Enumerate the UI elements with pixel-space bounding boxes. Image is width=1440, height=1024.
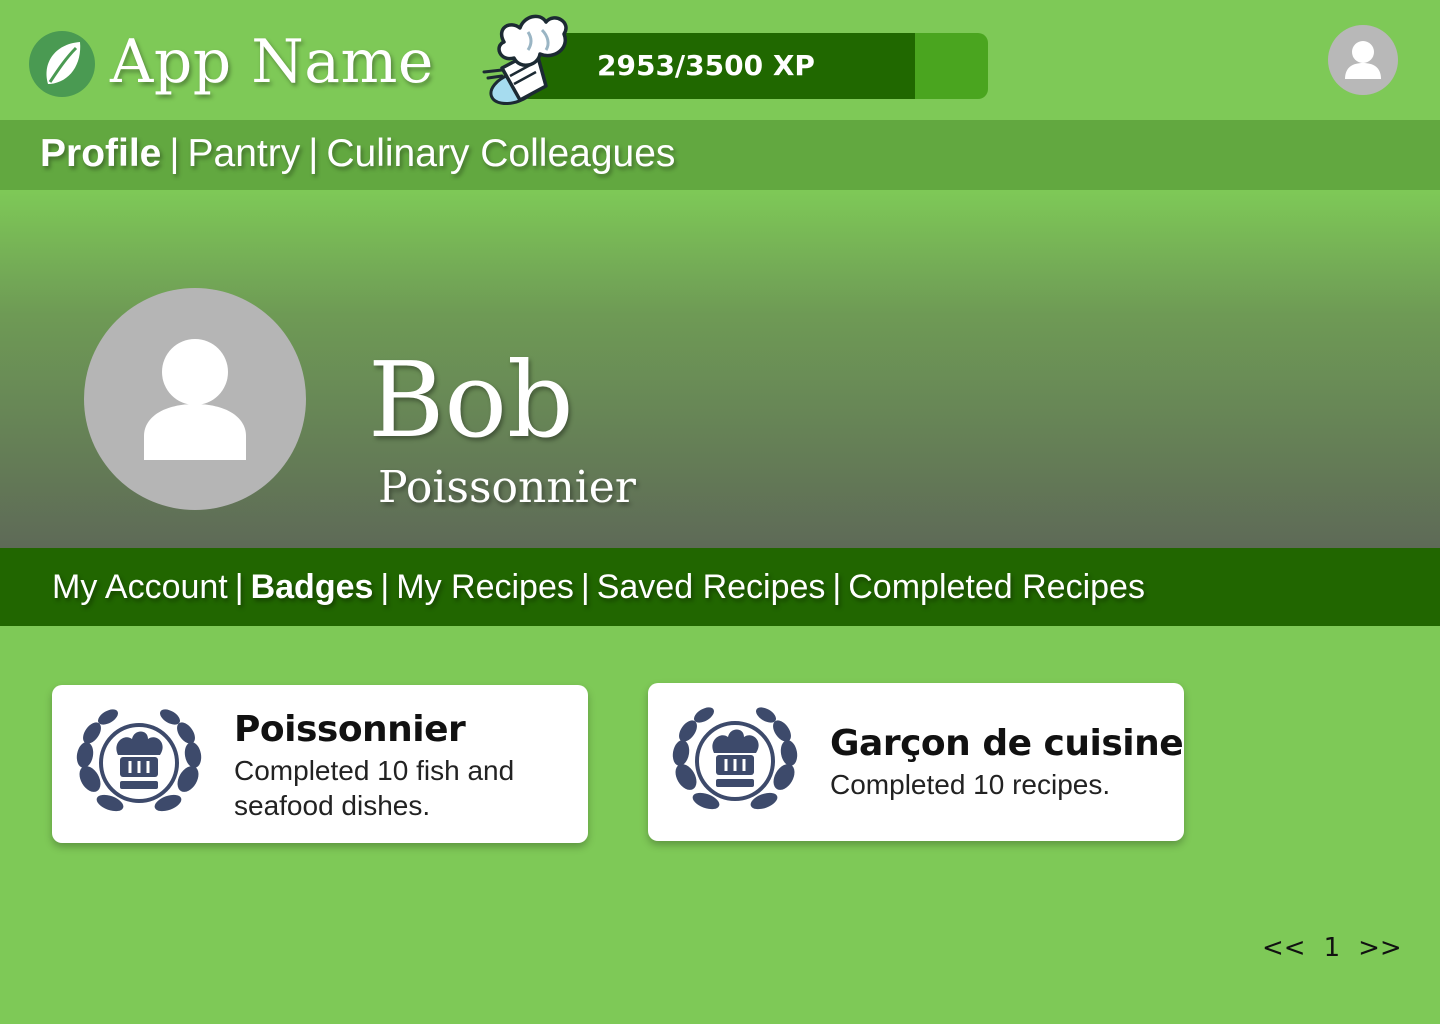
user-avatar-button[interactable] — [1328, 25, 1398, 95]
user-icon — [1345, 41, 1381, 79]
xp-label: 2953/3500 XP — [597, 49, 815, 82]
nav-link-culinary-colleagues[interactable]: Culinary Colleagues — [326, 132, 675, 175]
profile-banner: Bob Poissonnier — [0, 190, 1440, 548]
badge-description: Completed 10 recipes. — [830, 769, 1111, 800]
current-page-number[interactable]: 1 — [1324, 930, 1341, 966]
nav-link-pantry[interactable]: Pantry — [188, 132, 301, 175]
badge-description: Completed 10 fish and seafood dishes. — [234, 755, 515, 821]
nav-separator: | — [234, 568, 244, 606]
previous-page-button[interactable]: << — [1262, 930, 1306, 966]
badge-card[interactable]: Garçon de cuisine Completed 10 recipes. — [648, 683, 1184, 841]
tab-badges[interactable]: Badges — [251, 568, 374, 606]
app-name[interactable]: App Name — [110, 22, 434, 102]
chef-hat-laurel-icon — [672, 707, 798, 810]
nav-separator: | — [580, 568, 590, 606]
badge-title: Garçon de cuisine — [830, 723, 1184, 764]
profile-sub-nav: My Account | Badges | My Recipes | Saved Recip… — [0, 548, 1440, 626]
leaf-logo-icon[interactable] — [28, 30, 96, 98]
nav-separator: | — [380, 568, 390, 606]
nav-separator: | — [308, 132, 319, 175]
profile-rank: Poissonnier — [378, 462, 636, 513]
badge-title: Poissonnier — [234, 709, 466, 750]
badge-card[interactable]: Poissonnier Completed 10 fish and seafoo… — [52, 685, 588, 843]
chef-hat-laurel-icon — [76, 709, 202, 812]
profile-name: Bob — [368, 339, 574, 461]
chef-hat-icon — [482, 14, 568, 106]
nav-separator: | — [832, 568, 842, 606]
top-header: App Name 2953/3500 XP — [0, 0, 1440, 120]
user-icon — [144, 339, 246, 460]
main-nav: Profile | Pantry | Culinary Colleagues — [0, 120, 1440, 190]
pagination: << 1 >> — [1262, 930, 1402, 966]
tab-my-recipes[interactable]: My Recipes — [396, 568, 574, 606]
next-page-button[interactable]: >> — [1358, 930, 1402, 966]
tab-completed-recipes[interactable]: Completed Recipes — [848, 568, 1145, 606]
tab-saved-recipes[interactable]: Saved Recipes — [597, 568, 826, 606]
tab-my-account[interactable]: My Account — [52, 568, 228, 606]
nav-separator: | — [169, 132, 180, 175]
xp-progress: 2953/3500 XP — [480, 14, 1000, 110]
profile-avatar — [84, 288, 306, 510]
nav-link-profile[interactable]: Profile — [40, 132, 161, 175]
